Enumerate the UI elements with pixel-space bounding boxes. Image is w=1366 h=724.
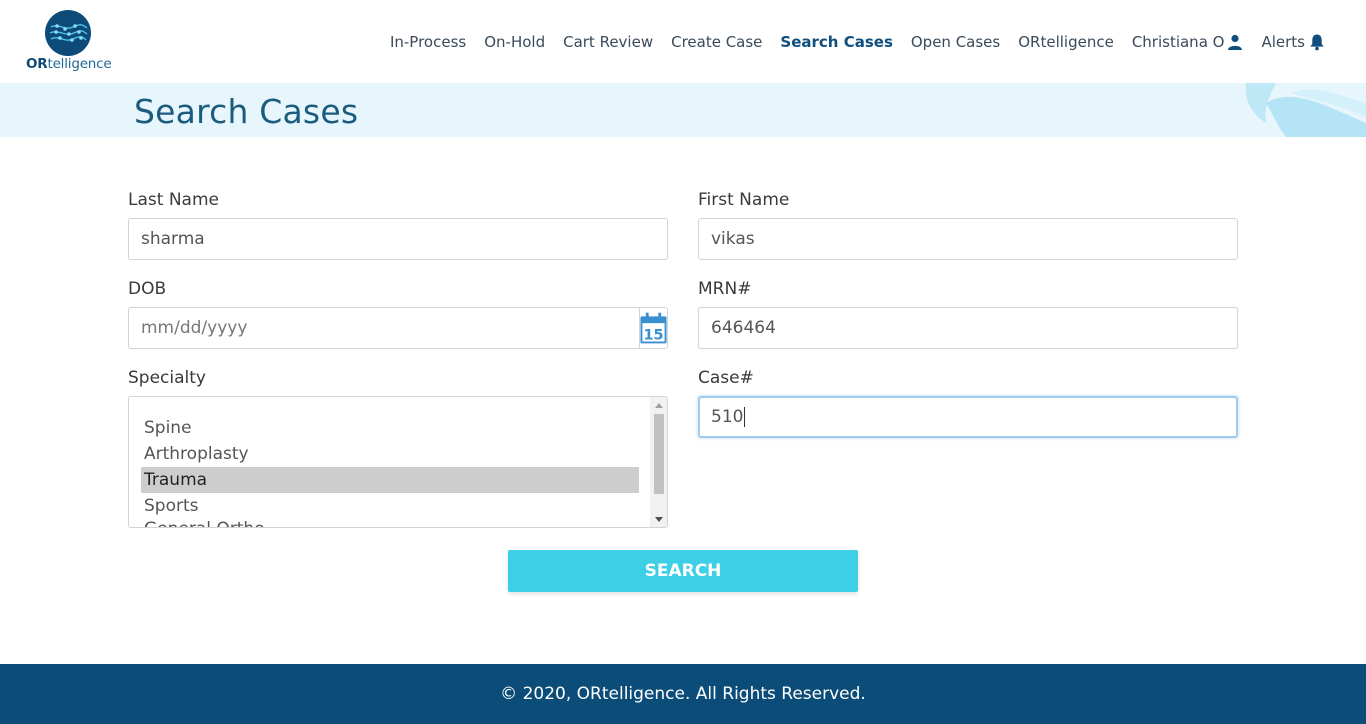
logo-wordmark: ORtelligence	[26, 56, 112, 72]
specialty-options: Spine Arthroplasty Trauma Sports General…	[141, 415, 639, 527]
calendar-button[interactable]: 15	[639, 307, 668, 349]
nav-on-hold[interactable]: On-Hold	[484, 33, 545, 51]
first-name-label: First Name	[698, 190, 790, 210]
footer: © 2020, ORtelligence. All Rights Reserve…	[0, 664, 1366, 724]
specialty-option-trauma[interactable]: Trauma	[141, 467, 639, 493]
last-name-input[interactable]: sharma	[128, 218, 668, 260]
last-name-label: Last Name	[128, 190, 219, 210]
copyright-text: © 2020, ORtelligence. All Rights Reserve…	[500, 684, 866, 704]
nav-alerts[interactable]: Alerts	[1261, 33, 1326, 51]
nav-cart-review[interactable]: Cart Review	[563, 33, 653, 51]
nav-in-process[interactable]: In-Process	[390, 33, 466, 51]
main-nav: In-Process On-Hold Cart Review Create Ca…	[372, 33, 1326, 51]
last-name-field-group: Last Name sharma	[128, 190, 668, 260]
nav-open-cases[interactable]: Open Cases	[911, 33, 1000, 51]
user-icon	[1228, 34, 1243, 50]
scroll-thumb[interactable]	[654, 414, 664, 494]
nav-create-case[interactable]: Create Case	[671, 33, 762, 51]
specialty-scrollbar[interactable]	[650, 397, 667, 527]
case-number-field-group: Case# 510	[698, 368, 1238, 438]
mrn-input[interactable]: 646464	[698, 307, 1238, 349]
specialty-label: Specialty	[128, 368, 206, 388]
decorative-wave-graphic	[1245, 83, 1366, 137]
specialty-field-group: Specialty Spine Arthroplasty Trauma Spor…	[128, 368, 668, 528]
ortelligence-logo[interactable]: ORtelligence	[26, 10, 112, 74]
case-number-label: Case#	[698, 368, 754, 388]
first-name-field-group: First Name vikas	[698, 190, 1238, 260]
top-header: ORtelligence In-Process On-Hold Cart Rev…	[0, 0, 1366, 83]
scroll-down-arrow-icon[interactable]	[650, 511, 667, 527]
specialty-option-sports[interactable]: Sports	[141, 493, 639, 519]
nav-search-cases[interactable]: Search Cases	[780, 33, 892, 51]
dob-date-picker: mm/dd/yyyy 15	[128, 307, 668, 349]
dob-field-group: DOB mm/dd/yyyy 15	[128, 279, 668, 349]
page-title-band: Search Cases	[0, 83, 1366, 137]
specialty-option-general-ortho[interactable]: General Ortho	[141, 519, 639, 527]
search-button[interactable]: SEARCH	[508, 550, 858, 592]
bell-icon	[1310, 34, 1324, 51]
dob-label: DOB	[128, 279, 167, 299]
nav-user-menu[interactable]: Christiana O	[1132, 33, 1244, 51]
specialty-option-arthroplasty[interactable]: Arthroplasty	[141, 441, 639, 467]
text-caret	[744, 407, 746, 427]
calendar-day-text: 15	[643, 328, 663, 344]
first-name-input[interactable]: vikas	[698, 218, 1238, 260]
dob-input[interactable]: mm/dd/yyyy	[128, 307, 639, 349]
mrn-label: MRN#	[698, 279, 752, 299]
logo-mark-icon	[45, 10, 91, 56]
case-number-input[interactable]: 510	[698, 396, 1238, 438]
page-title: Search Cases	[134, 92, 359, 131]
specialty-listbox[interactable]: Spine Arthroplasty Trauma Sports General…	[128, 396, 668, 528]
scroll-up-arrow-icon[interactable]	[650, 397, 667, 413]
nav-ortelligence[interactable]: ORtelligence	[1018, 33, 1114, 51]
mrn-field-group: MRN# 646464	[698, 279, 1238, 349]
calendar-icon: 15	[640, 312, 667, 344]
specialty-option-spine[interactable]: Spine	[141, 415, 639, 441]
